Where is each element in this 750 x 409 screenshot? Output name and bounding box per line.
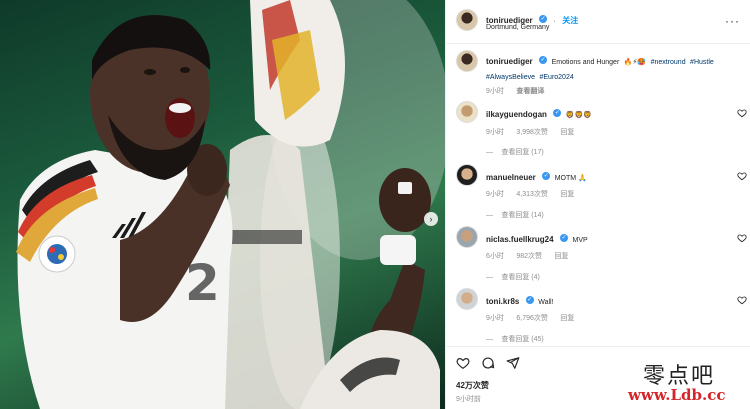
comment-avatar[interactable]	[456, 164, 478, 186]
post-time: 9小时前	[456, 396, 481, 403]
comment-meta: 6小时 982次赞 回复	[486, 245, 569, 263]
post-header: toniruediger ✓ · 关注 Dortmund, Germany ··…	[446, 0, 750, 44]
post-photo[interactable]: 2 ›	[0, 0, 445, 409]
caption-avatar[interactable]	[456, 50, 478, 72]
comment-likes[interactable]: 6,796次赞	[516, 315, 548, 322]
share-icon[interactable]	[506, 356, 520, 370]
watermark-url: www.Ldb.cc	[628, 386, 726, 404]
heart-icon[interactable]	[737, 108, 747, 118]
comment-likes[interactable]: 3,998次赞	[516, 129, 548, 136]
translate-link[interactable]: 查看翻译	[516, 88, 544, 95]
caption-meta: 9小时 查看翻译	[486, 80, 544, 98]
reply-button[interactable]: 回复	[560, 315, 574, 322]
caption-emojis: 🔥⚡🥵	[623, 59, 647, 66]
more-options-icon[interactable]: ···	[725, 14, 740, 28]
caption-text: Emotions and Hunger	[551, 59, 620, 66]
hashtag-link[interactable]: #Hustle	[690, 59, 714, 66]
comment-avatar[interactable]	[456, 226, 478, 248]
comment-text: MVP	[572, 237, 588, 244]
view-replies[interactable]: — 查看回复 (14)	[486, 204, 544, 222]
view-replies[interactable]: — 查看回复 (4)	[486, 266, 540, 284]
hashtag-link[interactable]: #nextround	[651, 59, 686, 66]
comment-text: Wall!	[538, 299, 554, 306]
reply-button[interactable]: 回复	[560, 191, 574, 198]
verified-icon: ✓	[553, 108, 562, 117]
comment-meta: 9小时 3,998次赞 回复	[486, 121, 574, 139]
comment-likes[interactable]: 4,313次赞	[516, 191, 548, 198]
comment-meta: 9小时 6,796次赞 回复	[486, 307, 574, 325]
caption-username[interactable]: toniruediger	[486, 57, 533, 66]
heart-icon[interactable]	[737, 233, 747, 243]
heart-icon[interactable]	[737, 295, 747, 305]
comment-username[interactable]: toni.kr8s	[486, 297, 519, 306]
comment-meta: 9小时 4,313次赞 回复	[486, 183, 574, 201]
heart-icon[interactable]	[456, 356, 470, 370]
comment-time[interactable]: 9小时	[486, 315, 504, 322]
hashtag-link[interactable]: #Euro2024	[539, 74, 573, 81]
comment-body: ilkayguendogan ✓ 🦁🦁🦁	[486, 104, 592, 122]
comment-time[interactable]: 9小时	[486, 191, 504, 198]
caption-time[interactable]: 9小时	[486, 88, 504, 95]
player-celebration-image: 2	[16, 0, 445, 409]
comment-avatar[interactable]	[456, 288, 478, 310]
verified-icon: ✓	[525, 295, 534, 304]
view-replies[interactable]: — 查看回复 (45)	[486, 328, 544, 346]
comment-username[interactable]: niclas.fuellkrug24	[486, 235, 554, 244]
comment-text: 🦁🦁🦁	[565, 112, 592, 119]
comment-likes[interactable]: 982次赞	[516, 253, 542, 260]
likes-count[interactable]: 42万次赞	[456, 380, 489, 391]
reply-button[interactable]: 回复	[560, 129, 574, 136]
comment-username[interactable]: ilkayguendogan	[486, 110, 547, 119]
verified-icon: ✓	[560, 233, 569, 242]
carousel-next-button[interactable]: ›	[424, 212, 438, 226]
comment-time[interactable]: 6小时	[486, 253, 504, 260]
comment-time[interactable]: 9小时	[486, 129, 504, 136]
comment-avatar[interactable]	[456, 101, 478, 123]
comment-icon[interactable]	[481, 356, 495, 370]
chevron-right-icon: ›	[429, 213, 433, 224]
verified-icon: ✓	[539, 14, 548, 23]
author-avatar[interactable]	[456, 9, 478, 31]
verified-icon: ✓	[539, 55, 548, 64]
follow-button[interactable]: 关注	[562, 16, 578, 25]
heart-icon[interactable]	[737, 171, 747, 181]
verified-icon: ✓	[542, 171, 551, 180]
post-location[interactable]: Dortmund, Germany	[486, 24, 549, 31]
view-replies[interactable]: — 查看回复 (17)	[486, 141, 544, 159]
comment-username[interactable]: manuelneuer	[486, 173, 536, 182]
reply-button[interactable]: 回复	[555, 253, 569, 260]
comment-text: MOTM 🙏	[554, 175, 587, 182]
post-side-panel: toniruediger ✓ · 关注 Dortmund, Germany ··…	[445, 0, 750, 409]
